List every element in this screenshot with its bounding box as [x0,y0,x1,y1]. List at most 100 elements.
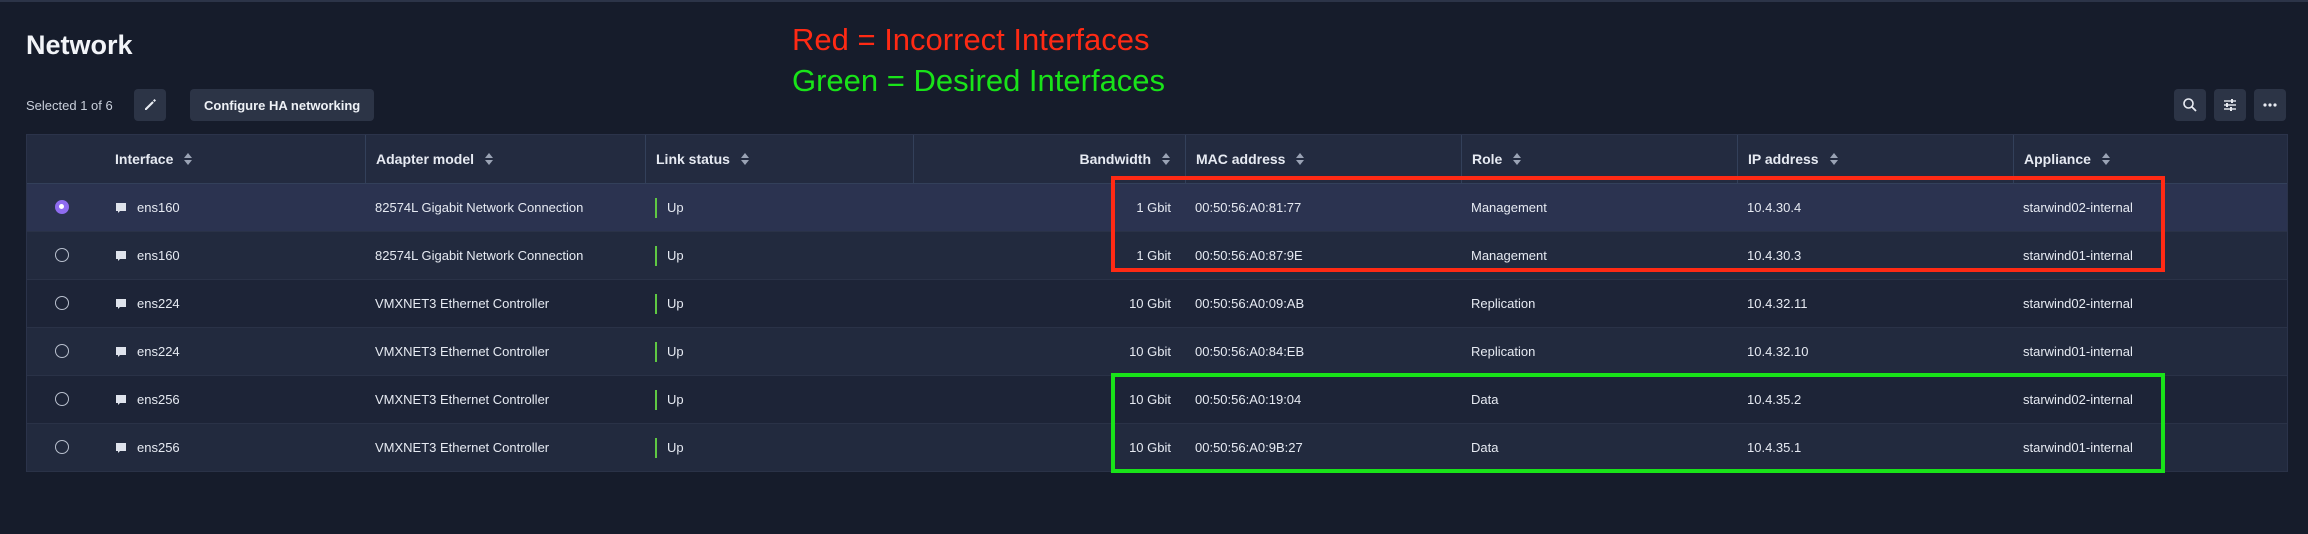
table-row[interactable]: ens224 VMXNET3 Ethernet Controller Up 10 Gb… [27,280,2287,328]
edit-button[interactable] [134,89,166,121]
cell-text: Up [667,392,684,407]
header-select [27,135,81,183]
cell-mac: 00:50:56:A0:09:AB [1185,280,1461,327]
cell-interface: ens224 [81,328,365,375]
sort-icon [1295,153,1305,165]
cell-interface: ens160 [81,232,365,279]
cell-link: Up [645,280,913,327]
cell-adapter: VMXNET3 Ethernet Controller [365,328,645,375]
sort-icon [740,153,750,165]
cell-text: VMXNET3 Ethernet Controller [375,296,550,311]
cell-link: Up [645,184,913,231]
cell-adapter: 82574L Gigabit Network Connection [365,232,645,279]
cell-link: Up [645,376,913,423]
link-status-indicator [655,341,657,362]
header-adapter-model[interactable]: Adapter model [365,135,645,183]
sort-icon [2101,153,2111,165]
selection-count: Selected 1 of 6 [26,98,113,113]
cell-text: Up [667,248,684,263]
incorrect-interfaces-highlight [1111,176,2165,272]
cell-text: ens160 [137,200,180,215]
cell-text: Up [667,200,684,215]
pencil-icon [145,99,156,110]
network-adapter-icon [116,202,126,213]
cell-adapter: VMXNET3 Ethernet Controller [365,424,645,471]
search-icon [2183,98,2197,112]
cell-appliance: starwind02-internal [2013,280,2287,327]
more-horizontal-icon [2263,103,2277,107]
link-status-indicator [655,197,657,218]
cell-text: Up [667,440,684,455]
sort-icon [1161,153,1171,165]
row-select-radio[interactable] [55,344,69,358]
cell-text: Replication [1471,296,1536,311]
network-adapter-icon [116,250,126,261]
link-status-indicator [655,437,657,458]
table-row[interactable]: ens224 VMXNET3 Ethernet Controller Up 10 Gb… [27,328,2287,376]
row-select-radio[interactable] [55,248,69,262]
cell-ip: 10.4.32.11 [1737,280,2013,327]
cell-text: VMXNET3 Ethernet Controller [375,392,550,407]
annotation-red-legend: Red = Incorrect Interfaces [792,22,1150,57]
row-select-radio[interactable] [55,200,69,214]
cell-text: 10 Gbit [1129,344,1171,359]
top-divider [0,0,2308,2]
cell-text: 82574L Gigabit Network Connection [375,200,584,215]
cell-interface: ens224 [81,280,365,327]
cell-text: 10 Gbit [1129,296,1171,311]
row-select-radio[interactable] [55,392,69,406]
cell-link: Up [645,424,913,471]
cell-text: Replication [1471,344,1536,359]
header-link-status[interactable]: Link status [645,135,913,183]
cell-adapter: VMXNET3 Ethernet Controller [365,280,645,327]
cell-mac: 00:50:56:A0:84:EB [1185,328,1461,375]
row-select-radio[interactable] [55,440,69,454]
cell-text: 10.4.32.11 [1747,296,1808,311]
cell-adapter: VMXNET3 Ethernet Controller [365,376,645,423]
link-status-indicator [655,389,657,410]
search-button[interactable] [2174,89,2206,121]
sort-icon [1512,153,1522,165]
cell-interface: ens160 [81,184,365,231]
cell-text: 00:50:56:A0:84:EB [1195,344,1305,359]
toolbar: Selected 1 of 6 Configure HA networking [26,89,2286,123]
cell-text: starwind01-internal [2023,344,2133,359]
page-title: Network [26,30,133,60]
cell-text: 10.4.32.10 [1747,344,1809,359]
column-settings-button[interactable] [2214,89,2246,121]
cell-text: 82574L Gigabit Network Connection [375,248,584,263]
cell-interface: ens256 [81,376,365,423]
cell-link: Up [645,328,913,375]
more-options-button[interactable] [2254,89,2286,121]
network-adapter-icon [116,298,126,309]
cell-text: VMXNET3 Ethernet Controller [375,344,550,359]
cell-text: starwind02-internal [2023,296,2133,311]
network-adapter-icon [116,442,126,453]
cell-text: ens224 [137,344,180,359]
sliders-icon [2224,99,2236,111]
cell-text: ens160 [137,248,180,263]
cell-role: Replication [1461,328,1737,375]
network-adapter-icon [116,394,126,405]
cell-text: ens256 [137,392,180,407]
cell-bandwidth: 10 Gbit [913,280,1185,327]
cell-link: Up [645,232,913,279]
cell-text: Up [667,344,684,359]
link-status-indicator [655,293,657,314]
cell-ip: 10.4.32.10 [1737,328,2013,375]
link-status-indicator [655,245,657,266]
cell-bandwidth: 10 Gbit [913,328,1185,375]
cell-appliance: starwind01-internal [2013,328,2287,375]
cell-adapter: 82574L Gigabit Network Connection [365,184,645,231]
sort-icon [1829,153,1839,165]
configure-ha-networking-button[interactable]: Configure HA networking [190,89,375,121]
cell-text: ens256 [137,440,180,455]
desired-interfaces-highlight [1111,373,2165,473]
cell-text: Up [667,296,684,311]
cell-text: ens224 [137,296,180,311]
cell-text: VMXNET3 Ethernet Controller [375,440,550,455]
network-adapter-icon [116,346,126,357]
header-interface[interactable]: Interface [81,135,365,183]
cell-role: Replication [1461,280,1737,327]
row-select-radio[interactable] [55,296,69,310]
